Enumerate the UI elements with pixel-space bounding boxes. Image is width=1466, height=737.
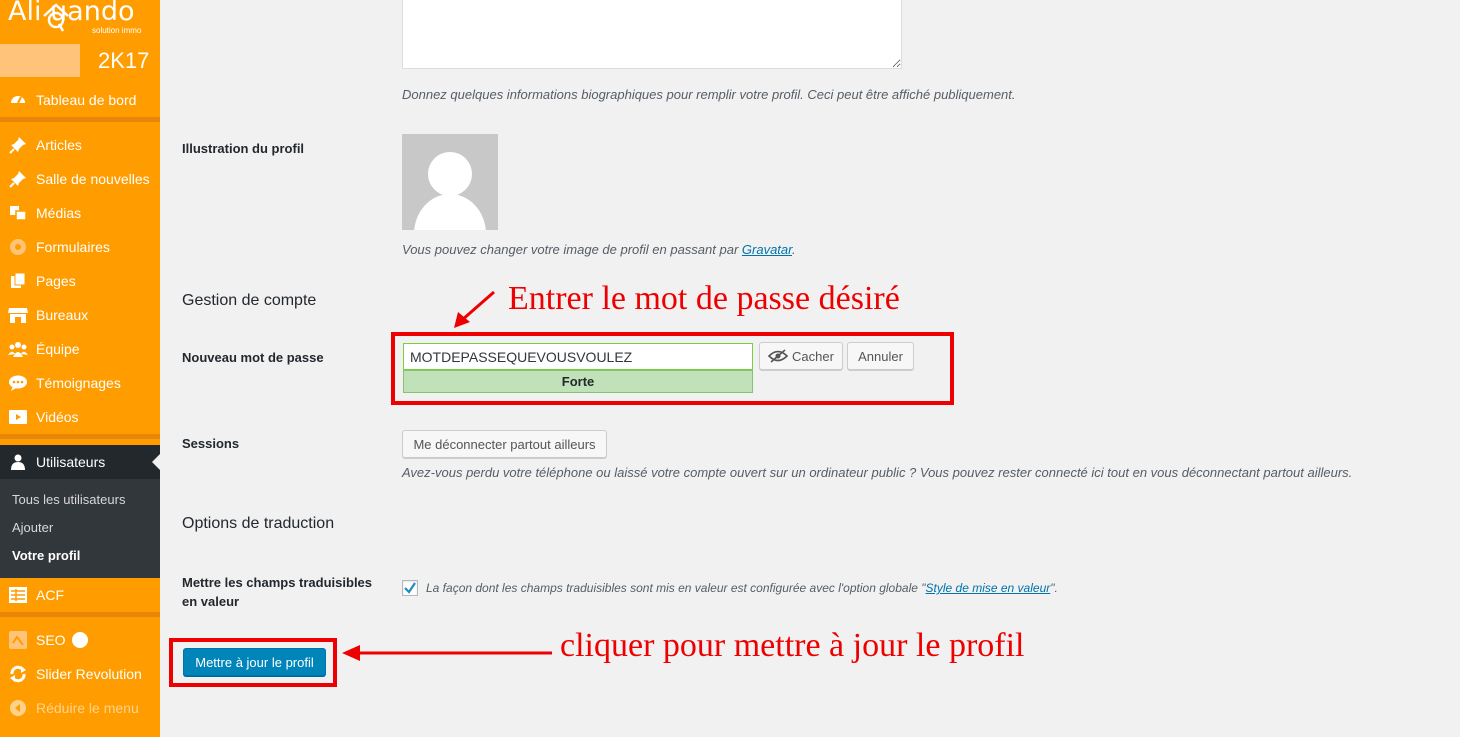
menu-label: Tableau de bord — [36, 92, 137, 108]
testimonial-icon — [8, 373, 28, 393]
password-highlight-box — [391, 332, 954, 405]
picture-desc-text: Vous pouvez changer votre image de profi… — [402, 242, 742, 257]
highlight-translatable-checkbox[interactable] — [402, 580, 418, 596]
seo-icon — [8, 630, 28, 650]
menu-label: ACF — [36, 587, 64, 603]
avatar — [402, 134, 498, 230]
right-edge — [1460, 0, 1466, 737]
menu-seo[interactable]: SEO — [0, 623, 160, 657]
menu-collapse[interactable]: Réduire le menu — [0, 691, 160, 725]
menu-label: Articles — [36, 137, 82, 153]
dashboard-icon — [8, 90, 28, 110]
menu-slider-revolution[interactable]: Slider Revolution — [0, 657, 160, 691]
profile-picture-description: Vous pouvez changer votre image de profi… — [402, 242, 796, 257]
translation-options-heading: Options de traduction — [182, 515, 335, 532]
menu-separator — [0, 612, 160, 617]
menu-label: Slider Revolution — [36, 666, 142, 682]
menu-separator — [0, 117, 160, 122]
profile-picture-label: Illustration du profil — [182, 141, 305, 156]
menu-label: Réduire le menu — [36, 700, 139, 716]
submit-annotation-text: cliquer pour mettre à jour le profil — [560, 627, 1025, 664]
menu-dashboard[interactable]: Tableau de bord — [0, 83, 160, 117]
groups-icon — [8, 339, 28, 359]
media-icon — [8, 203, 28, 223]
menu-label: Pages — [36, 273, 76, 289]
menu-testimonials[interactable]: Témoignages — [0, 366, 160, 400]
menu-label: Médias — [36, 205, 82, 221]
menu-label: Formulaires — [36, 239, 110, 255]
translatable-description: La façon dont les champs traduisibles so… — [426, 581, 1058, 595]
seo-status-dot — [71, 632, 88, 648]
logo-brand: Ali uando — [8, 0, 135, 27]
menu-label: Salle de nouvelles — [36, 171, 150, 187]
user-name-box — [0, 44, 80, 77]
collapse-icon — [8, 698, 28, 718]
menu-label: Vidéos — [36, 409, 79, 425]
sessions-label: Sessions — [182, 436, 240, 451]
menu-separator — [0, 434, 160, 439]
menu-label: Utilisateurs — [36, 454, 106, 470]
forms-icon — [8, 237, 28, 257]
store-icon — [8, 305, 28, 325]
users-icon — [8, 452, 28, 472]
menu-videos[interactable]: Vidéos — [0, 400, 160, 434]
menu-team[interactable]: Équipe — [0, 332, 160, 366]
pages-icon — [8, 271, 28, 291]
default-avatar-icon — [414, 152, 486, 230]
menu-forms[interactable]: Formulaires — [0, 230, 160, 264]
biography-description: Donnez quelques informations biographiqu… — [402, 87, 1016, 102]
menu-users[interactable]: Utilisateurs — [0, 445, 160, 479]
password-annotation-text: Entrer le mot de passe désiré — [508, 280, 900, 317]
translatable-label-line2: en valeur — [182, 594, 240, 609]
video-icon — [8, 407, 28, 427]
menu-articles[interactable]: Articles — [0, 128, 160, 162]
pin-icon — [8, 169, 28, 189]
house-q-icon — [43, 3, 69, 32]
arrow-down-left-icon — [454, 290, 495, 328]
admin-sidebar: Ali uando solution immo 2K17 Tableau de … — [0, 0, 160, 737]
biography-textarea[interactable] — [402, 0, 902, 69]
menu-offices[interactable]: Bureaux — [0, 298, 160, 332]
menu-newsroom[interactable]: Salle de nouvelles — [0, 162, 160, 196]
menu-label: SEO — [36, 632, 66, 648]
submenu-add-user[interactable]: Ajouter — [12, 520, 53, 535]
refresh-icon — [8, 664, 28, 684]
year-badge: 2K17 — [98, 48, 150, 73]
new-password-label: Nouveau mot de passe — [182, 350, 324, 365]
submenu-your-profile[interactable]: Votre profil — [12, 548, 80, 563]
logout-everywhere-button[interactable]: Me déconnecter partout ailleurs — [402, 430, 607, 458]
translatable-desc-text: La façon dont les champs traduisibles so… — [426, 581, 926, 595]
translatable-fields-label: Mettre les champs traduisibles en valeur — [182, 573, 372, 611]
sessions-description: Avez-vous perdu votre téléphone ou laiss… — [402, 465, 1353, 480]
menu-acf[interactable]: ACF — [0, 578, 160, 612]
menu-pages[interactable]: Pages — [0, 264, 160, 298]
pin-icon — [8, 135, 28, 155]
translatable-label-line1: Mettre les champs traduisibles — [182, 575, 373, 590]
submenu-all-users[interactable]: Tous les utilisateurs — [12, 492, 125, 507]
checkmark-icon — [404, 582, 416, 594]
site-logo[interactable]: Ali uando solution immo — [8, 0, 158, 44]
menu-label: Bureaux — [36, 307, 89, 323]
users-submenu: Tous les utilisateurs Ajouter Votre prof… — [0, 479, 160, 578]
translatable-desc-suffix: ". — [1050, 581, 1058, 595]
submit-highlight-box — [169, 638, 337, 687]
picture-desc-suffix: . — [792, 242, 796, 257]
menu-label: Équipe — [36, 341, 80, 357]
menu-media[interactable]: Médias — [0, 196, 160, 230]
gravatar-link[interactable]: Gravatar — [742, 242, 792, 257]
account-management-heading: Gestion de compte — [182, 292, 317, 309]
logo-tagline: solution immo — [92, 26, 142, 35]
highlight-style-link[interactable]: Style de mise en valeur — [926, 581, 1051, 595]
menu-label: Témoignages — [36, 375, 121, 391]
acf-icon — [8, 585, 28, 605]
arrow-left-icon — [342, 645, 552, 661]
